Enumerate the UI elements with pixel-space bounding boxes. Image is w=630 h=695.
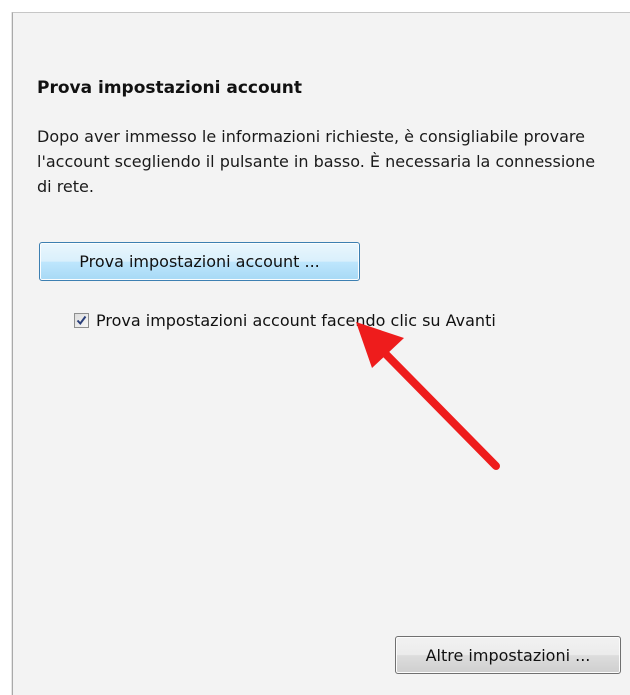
section-description: Dopo aver immesso le informazioni richie… — [37, 127, 596, 196]
screenshot-stage: Prova impostazioni account Dopo aver imm… — [0, 0, 630, 695]
panel-top-edge — [12, 4, 630, 12]
test-on-next-label: Prova impostazioni account facendo clic … — [96, 311, 496, 330]
checkmark-icon — [76, 315, 87, 326]
test-on-next-option: Prova impostazioni account facendo clic … — [74, 311, 496, 330]
more-settings-button[interactable]: Altre impostazioni ... — [395, 636, 621, 674]
test-account-settings-button[interactable]: Prova impostazioni account ... — [39, 242, 360, 281]
test-on-next-checkbox[interactable] — [74, 313, 89, 328]
section-title: Prova impostazioni account — [37, 78, 302, 98]
dialog-panel — [12, 12, 630, 695]
